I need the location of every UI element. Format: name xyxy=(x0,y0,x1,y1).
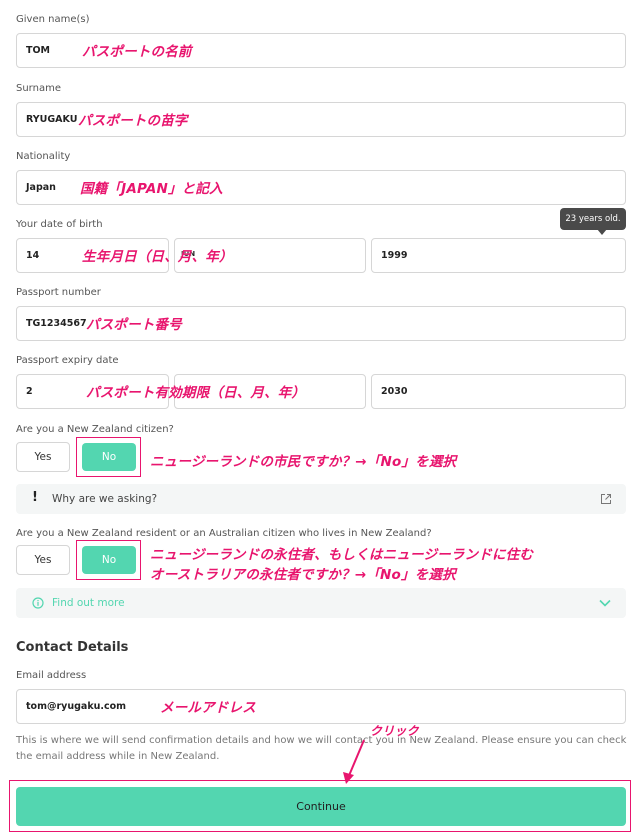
resident-annotation-line1: ニュージーランドの永住者、もしくはニュージーランドに住む xyxy=(150,547,534,563)
surname-value: RYUGAKU xyxy=(26,114,78,125)
age-tooltip: 23 years old. xyxy=(560,208,626,235)
given-name-value: TOM xyxy=(26,45,51,56)
resident-yes-button[interactable]: Yes xyxy=(16,545,70,575)
dob-annotation: 生年月日（日、月、年） xyxy=(82,249,233,265)
find-out-more-text: Find out more xyxy=(52,597,125,609)
dob-year-value: 1999 xyxy=(381,250,408,261)
passport-number-label: Passport number xyxy=(16,287,101,298)
citizen-annotation: ニュージーランドの市民ですか？→「No」を選択 xyxy=(150,454,457,470)
nationality-annotation: 国籍「JAPAN」と記入 xyxy=(80,181,223,197)
citizen-yes-button[interactable]: Yes xyxy=(16,442,70,472)
citizen-question-label: Are you a New Zealand citizen? xyxy=(16,424,174,435)
continue-button[interactable]: Continue xyxy=(16,787,626,826)
nationality-value: Japan xyxy=(26,182,56,193)
contact-details-heading: Contact Details xyxy=(16,640,129,655)
resident-no-button[interactable]: No xyxy=(82,546,136,574)
nationality-label: Nationality xyxy=(16,151,71,162)
dob-year-input[interactable]: 1999 xyxy=(371,238,626,273)
expiry-year-input[interactable]: 2030 xyxy=(371,374,626,409)
passport-expiry-annotation: パスポート有効期限（日、月、年） xyxy=(86,385,306,401)
dob-label: Your date of birth xyxy=(16,219,103,230)
why-asking-panel[interactable]: ! Why are we asking? xyxy=(16,484,626,514)
email-annotation: メールアドレス xyxy=(160,700,256,716)
passport-number-value: TG1234567 xyxy=(26,318,87,329)
info-circle-icon xyxy=(32,597,44,609)
surname-label: Surname xyxy=(16,83,61,94)
resident-annotation-line2: オーストラリアの永住者ですか？→「No」を選択 xyxy=(150,567,456,583)
dob-day-value: 14 xyxy=(26,250,40,261)
passport-number-annotation: パスポート番号 xyxy=(86,317,182,333)
chevron-down-icon[interactable] xyxy=(599,599,611,607)
email-label: Email address xyxy=(16,670,87,681)
citizen-no-button[interactable]: No xyxy=(82,443,136,471)
email-help-text: This is where we will send confirmation … xyxy=(16,735,627,762)
given-name-annotation: パスポートの名前 xyxy=(82,44,192,60)
click-annotation: クリック xyxy=(370,724,419,738)
resident-question-label: Are you a New Zealand resident or an Aus… xyxy=(16,528,432,539)
given-name-label: Given name(s) xyxy=(16,14,90,25)
surname-annotation: パスポートの苗字 xyxy=(78,113,188,129)
expiry-day-value: 2 xyxy=(26,386,33,397)
find-out-more-panel[interactable]: Find out more xyxy=(16,588,626,618)
exclamation-icon: ! xyxy=(32,490,38,505)
expiry-year-value: 2030 xyxy=(381,386,408,397)
why-asking-text: Why are we asking? xyxy=(52,493,158,505)
email-input[interactable]: tom@ryugaku.com xyxy=(16,689,626,724)
email-value: tom@ryugaku.com xyxy=(26,701,127,712)
external-link-icon[interactable] xyxy=(600,493,612,505)
passport-expiry-label: Passport expiry date xyxy=(16,355,119,366)
